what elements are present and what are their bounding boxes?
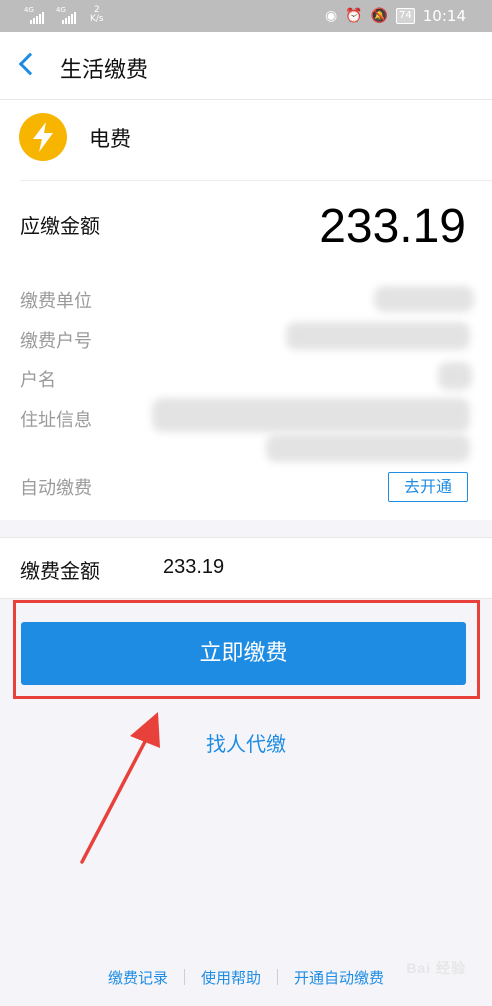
annotation-arrow-icon: [80, 712, 160, 864]
watermark: Bai 经验: [406, 960, 466, 976]
enable-autopay-link[interactable]: 开通自动缴费: [278, 967, 400, 988]
help-link[interactable]: 使用帮助: [185, 967, 277, 988]
payment-history-link[interactable]: 缴费记录: [92, 967, 184, 988]
